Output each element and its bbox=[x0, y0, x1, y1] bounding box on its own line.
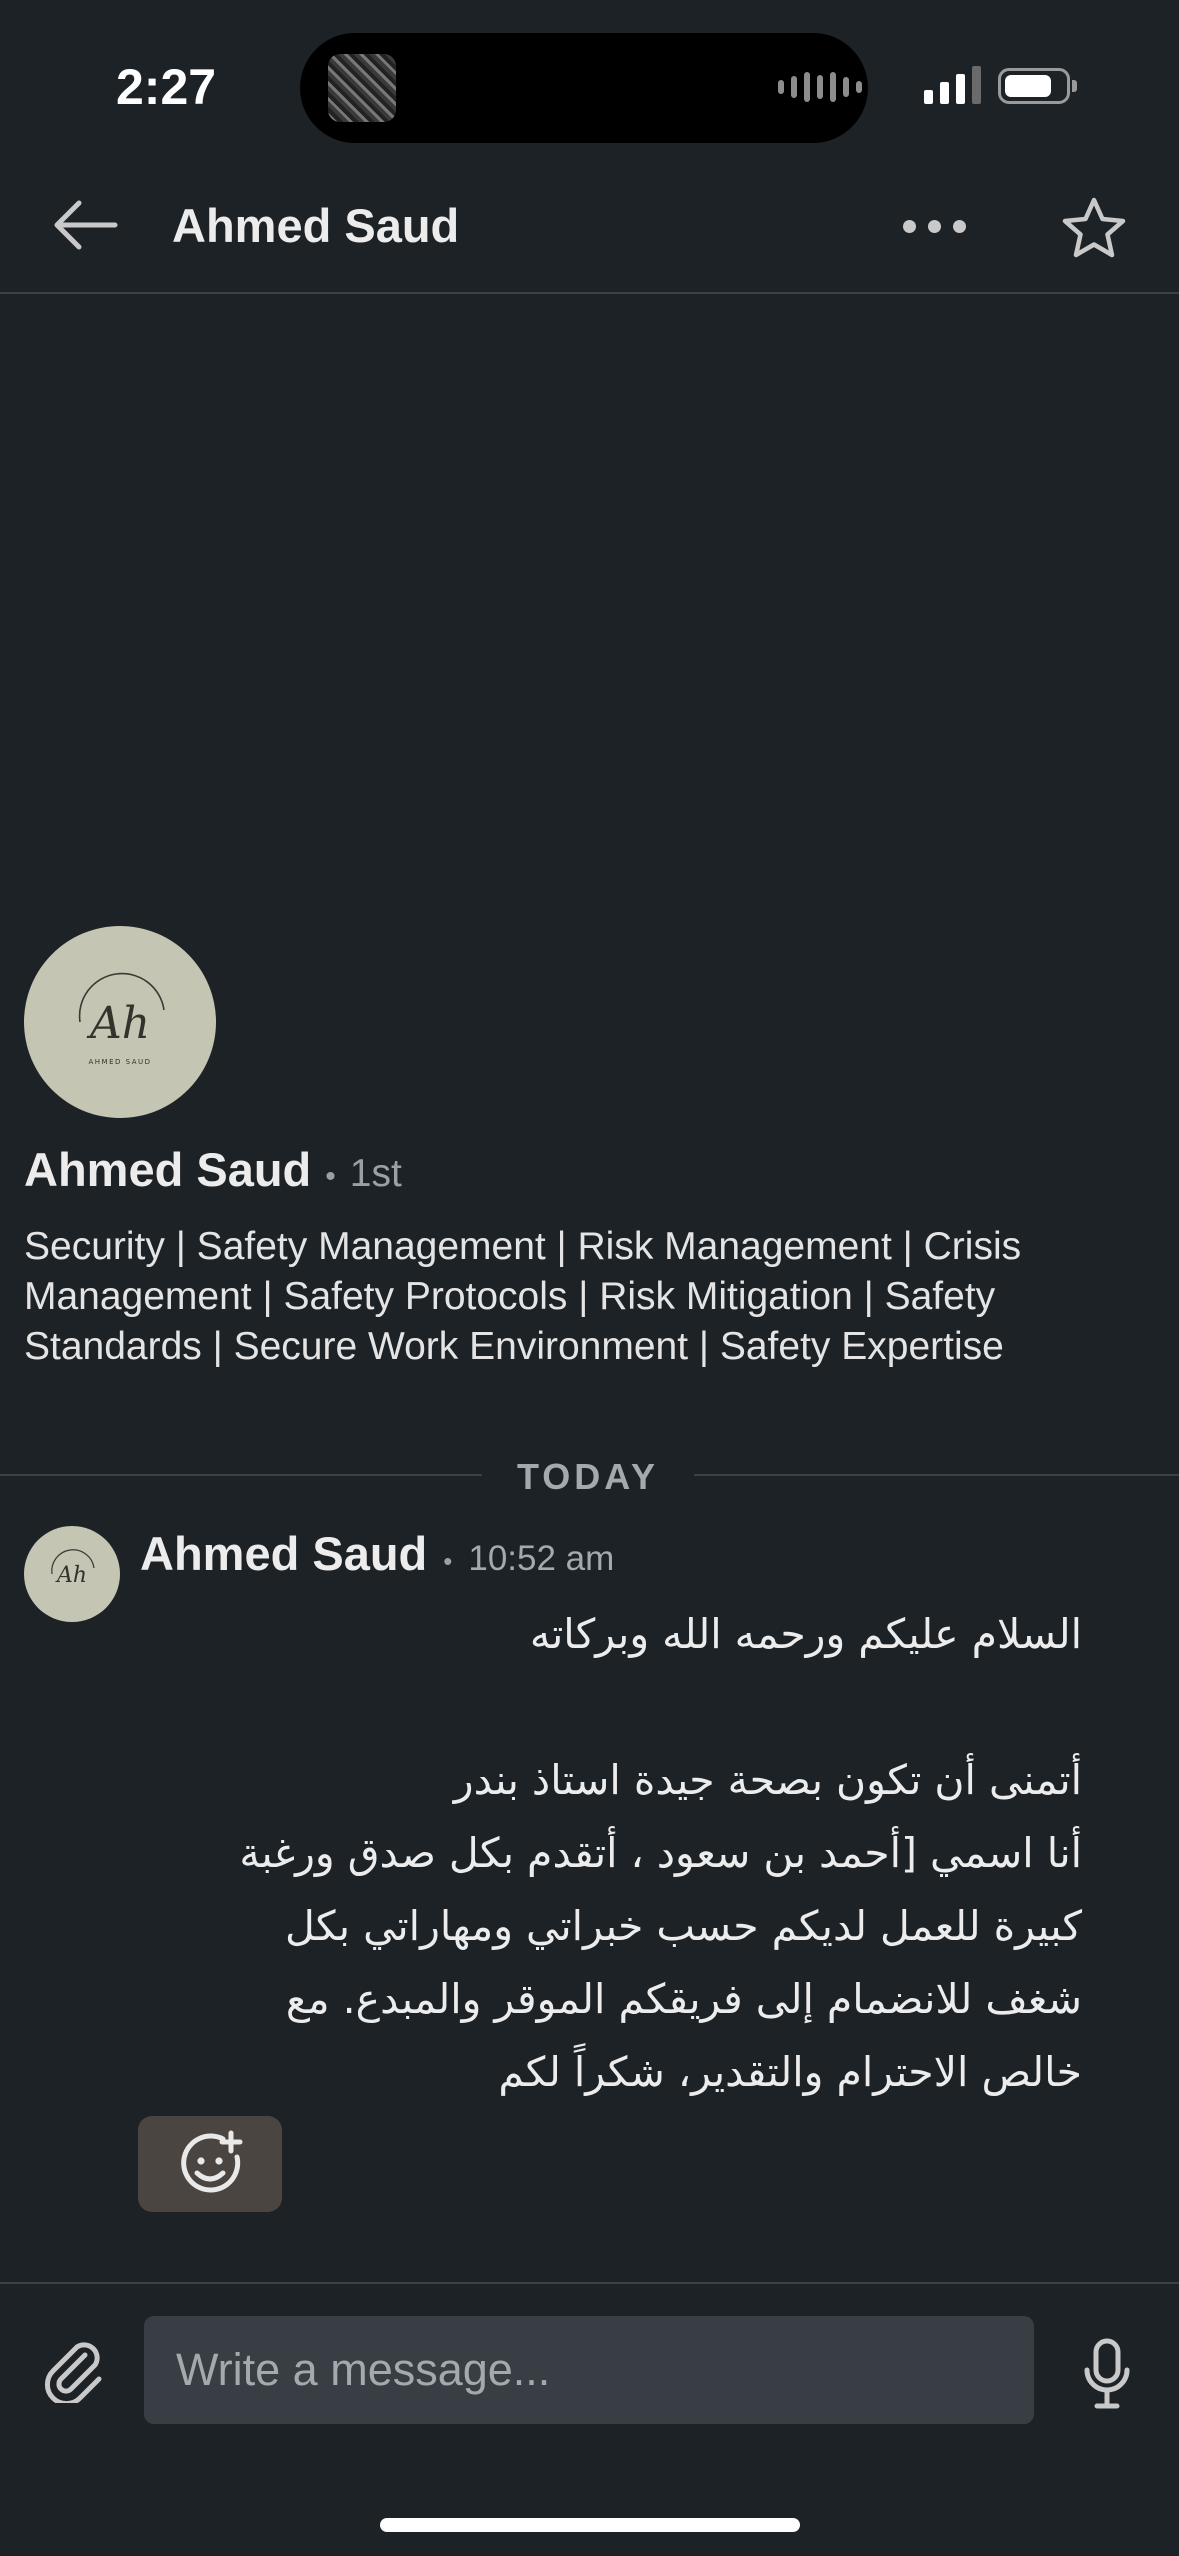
more-options-button[interactable] bbox=[890, 196, 978, 256]
add-reaction-button[interactable] bbox=[138, 2116, 282, 2212]
profile-headline: Security | Safety Management | Risk Mana… bbox=[24, 1225, 1022, 1368]
paperclip-icon bbox=[44, 2342, 102, 2403]
home-indicator[interactable] bbox=[380, 2518, 800, 2532]
date-divider-line bbox=[0, 1474, 482, 1476]
separator-dot: • bbox=[443, 1546, 453, 1576]
cellular-signal-icon bbox=[924, 66, 981, 104]
message-header: Ahmed Saud • 10:52 am bbox=[140, 1526, 614, 1581]
date-divider-label: TODAY bbox=[516, 1456, 660, 1497]
battery-icon bbox=[998, 68, 1070, 104]
avatar-initials: Ah bbox=[55, 1563, 87, 1588]
message-input[interactable] bbox=[144, 2316, 1034, 2424]
date-divider-line bbox=[694, 1474, 1179, 1476]
attach-button[interactable] bbox=[34, 2330, 114, 2410]
header-divider bbox=[0, 292, 1179, 294]
separator-dot: • bbox=[325, 1160, 336, 1193]
connection-degree: 1st bbox=[349, 1152, 402, 1195]
more-dot bbox=[927, 219, 941, 233]
message-body: السلام عليكم ورحمه الله وبركاته أتمنى أن… bbox=[239, 1610, 1082, 2096]
microphone-button[interactable] bbox=[1072, 2332, 1142, 2416]
more-dot bbox=[952, 219, 966, 233]
sender-avatar[interactable]: Ah bbox=[24, 1526, 120, 1622]
status-time: 2:27 bbox=[116, 59, 217, 115]
avatar-subtext: AHMED SAUD bbox=[88, 1058, 151, 1066]
audio-waveform-icon bbox=[778, 72, 862, 102]
conversation-title[interactable]: Ahmed Saud bbox=[172, 198, 459, 253]
composer-divider bbox=[0, 2282, 1179, 2284]
microphone-icon bbox=[1084, 2338, 1130, 2409]
back-button[interactable] bbox=[44, 190, 124, 260]
avatar-logo: Ah AHMED SAUD bbox=[78, 972, 165, 1066]
battery-tip bbox=[1072, 80, 1077, 92]
avatar-logo: Ah bbox=[51, 1549, 95, 1588]
now-playing-artwork bbox=[328, 54, 396, 122]
profile-name-row: Ahmed Saud • 1st bbox=[24, 1142, 402, 1197]
avatar-initials: Ah bbox=[86, 998, 150, 1049]
profile-name[interactable]: Ahmed Saud bbox=[24, 1142, 311, 1197]
profile-avatar[interactable]: Ah AHMED SAUD bbox=[24, 926, 216, 1118]
add-reaction-icon bbox=[181, 2130, 243, 2193]
arrow-left-icon bbox=[54, 200, 118, 250]
star-icon bbox=[1062, 197, 1126, 258]
message-sender[interactable]: Ahmed Saud bbox=[140, 1526, 427, 1581]
more-dot bbox=[902, 219, 916, 233]
message-timestamp: 10:52 am bbox=[468, 1539, 615, 1578]
star-button[interactable] bbox=[1054, 188, 1134, 268]
